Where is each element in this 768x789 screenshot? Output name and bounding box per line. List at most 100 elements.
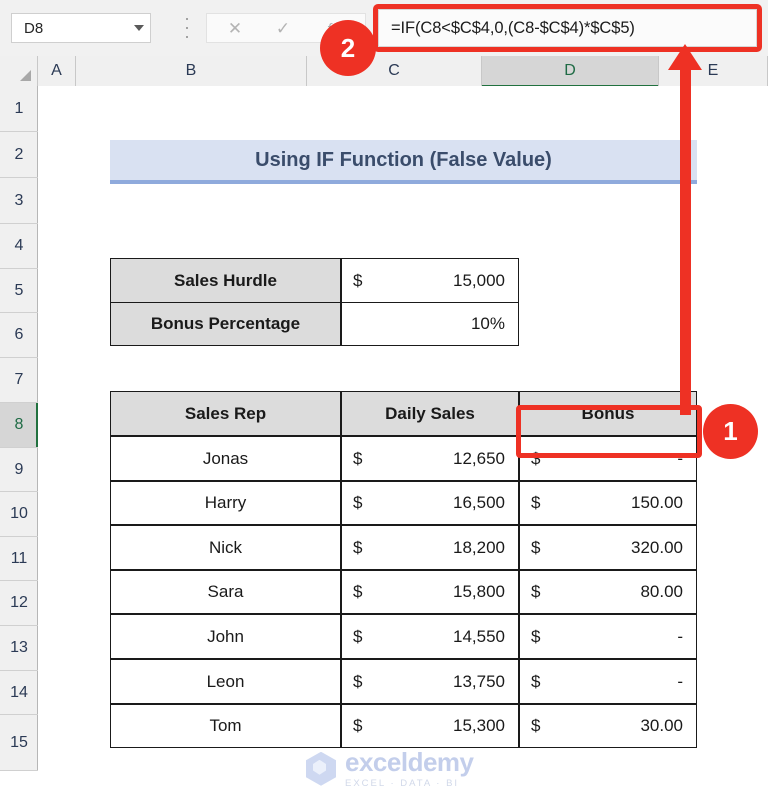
daily-sales-value: 14,550 xyxy=(453,626,505,646)
table-row[interactable]: Jonas xyxy=(110,436,341,481)
row-header-7[interactable]: 7 xyxy=(0,358,38,403)
exceldemy-watermark: exceldemy EXCEL · DATA · BI xyxy=(306,747,474,789)
column-header-daily-sales: Daily Sales xyxy=(341,391,519,436)
currency-symbol: $ xyxy=(353,493,363,512)
bonus-percentage-value: 10% xyxy=(470,314,505,333)
table-row[interactable]: $ 18,200 xyxy=(341,525,519,570)
currency-symbol: $ xyxy=(531,448,541,468)
table-row[interactable]: Nick xyxy=(110,525,341,570)
bonus-percentage-label: Bonus Percentage xyxy=(110,302,341,346)
callout-badge-2: 2 xyxy=(320,20,376,76)
more-options-icon[interactable] xyxy=(181,18,193,38)
bonus-percentage-value-cell[interactable]: 10% xyxy=(341,302,519,346)
name-box-value: D8 xyxy=(24,19,44,37)
table-row[interactable]: $ 16,500 xyxy=(341,481,519,525)
bonus-value: 30.00 xyxy=(640,716,683,735)
column-header-row: A B C D E xyxy=(0,56,768,87)
sales-hurdle-value-cell[interactable]: $ 15,000 xyxy=(341,258,519,303)
row-header-15[interactable]: 15 xyxy=(0,715,38,771)
table-row[interactable]: Sara xyxy=(110,570,341,614)
callout-arrow-head xyxy=(668,44,702,70)
callout-badge-1: 1 xyxy=(703,404,758,459)
column-header-sales-rep: Sales Rep xyxy=(110,391,341,436)
row-header-3[interactable]: 3 xyxy=(0,178,38,224)
table-row[interactable]: Tom xyxy=(110,704,341,748)
sheet-canvas: Using IF Function (False Value) Sales Hu… xyxy=(38,86,768,788)
row-header-5[interactable]: 5 xyxy=(0,269,38,313)
table-row[interactable]: Harry xyxy=(110,481,341,525)
currency-symbol: $ xyxy=(353,626,363,646)
spreadsheet-grid: A B C D E 1 2 3 4 5 6 7 8 9 10 11 12 13 … xyxy=(0,56,768,788)
currency-symbol: $ xyxy=(531,626,541,646)
row-header-14[interactable]: 14 xyxy=(0,671,38,715)
close-icon[interactable]: ✕ xyxy=(213,14,257,44)
row-header-12[interactable]: 12 xyxy=(0,581,38,626)
name-box[interactable]: D8 xyxy=(11,13,151,43)
row-header-11[interactable]: 11 xyxy=(0,537,38,581)
currency-symbol: $ xyxy=(353,270,363,290)
currency-symbol: $ xyxy=(531,582,541,601)
table-row[interactable]: John xyxy=(110,614,341,659)
row-header-4[interactable]: 4 xyxy=(0,224,38,269)
currency-symbol: $ xyxy=(353,537,363,557)
table-row[interactable]: $ 150.00 xyxy=(519,481,697,525)
select-all-corner[interactable] xyxy=(0,56,38,86)
sales-hurdle-value: 15,000 xyxy=(453,270,505,290)
row-header-1[interactable]: 1 xyxy=(0,86,38,132)
row-header-9[interactable]: 9 xyxy=(0,448,38,492)
currency-symbol: $ xyxy=(353,716,363,735)
row-header-column: 1 2 3 4 5 6 7 8 9 10 11 12 13 14 15 xyxy=(0,86,39,771)
bonus-value: - xyxy=(677,448,683,468)
currency-symbol: $ xyxy=(531,493,541,512)
row-header-8[interactable]: 8 xyxy=(0,403,39,448)
table-row[interactable]: $ 80.00 xyxy=(519,570,697,614)
table-row[interactable]: $ 12,650 xyxy=(341,436,519,481)
watermark-name: exceldemy xyxy=(345,747,474,777)
row-header-6[interactable]: 6 xyxy=(0,313,38,358)
currency-symbol: $ xyxy=(531,716,541,735)
formula-bar: D8 ✕ ✓ fx =IF(C8<$C$4,0,(C8-$C$4)*$C$5) xyxy=(0,0,768,57)
daily-sales-value: 16,500 xyxy=(453,493,505,512)
column-header-bonus: Bonus xyxy=(519,391,697,436)
bonus-value: - xyxy=(677,626,683,646)
row-header-13[interactable]: 13 xyxy=(0,626,38,671)
row-header-2[interactable]: 2 xyxy=(0,132,38,178)
table-row[interactable]: $ 14,550 xyxy=(341,614,519,659)
bonus-value: - xyxy=(677,671,683,691)
formula-input[interactable]: =IF(C8<$C$4,0,(C8-$C$4)*$C$5) xyxy=(378,9,757,47)
table-row[interactable]: $ - xyxy=(519,659,697,704)
chevron-down-icon[interactable] xyxy=(128,25,150,31)
sheet-title-banner: Using IF Function (False Value) xyxy=(110,140,697,184)
daily-sales-value: 18,200 xyxy=(453,537,505,557)
bonus-value: 320.00 xyxy=(631,537,683,557)
column-header-a[interactable]: A xyxy=(38,56,76,86)
table-row[interactable]: Leon xyxy=(110,659,341,704)
currency-symbol: $ xyxy=(531,537,541,557)
daily-sales-value: 12,650 xyxy=(453,448,505,468)
daily-sales-value: 15,300 xyxy=(453,716,505,735)
table-row[interactable]: $ 320.00 xyxy=(519,525,697,570)
sales-hurdle-label: Sales Hurdle xyxy=(110,258,341,303)
bonus-cell-d8[interactable]: $ - xyxy=(519,436,697,481)
column-header-b[interactable]: B xyxy=(76,56,307,86)
currency-symbol: $ xyxy=(353,671,363,691)
callout-arrow-shaft xyxy=(680,70,691,415)
page-title: Using IF Function (False Value) xyxy=(255,148,552,171)
table-row[interactable]: $ - xyxy=(519,614,697,659)
bonus-value: 150.00 xyxy=(631,493,683,512)
currency-symbol: $ xyxy=(353,582,363,601)
currency-symbol: $ xyxy=(531,671,541,691)
daily-sales-value: 13,750 xyxy=(453,671,505,691)
table-row[interactable]: $ 15,800 xyxy=(341,570,519,614)
daily-sales-value: 15,800 xyxy=(453,582,505,601)
column-header-d[interactable]: D xyxy=(482,56,659,87)
table-row[interactable]: $ 13,750 xyxy=(341,659,519,704)
bonus-value: 80.00 xyxy=(640,582,683,601)
exceldemy-logo-icon xyxy=(306,751,336,786)
row-header-10[interactable]: 10 xyxy=(0,492,38,537)
table-row[interactable]: $ 15,300 xyxy=(341,704,519,748)
currency-symbol: $ xyxy=(353,448,363,468)
check-icon[interactable]: ✓ xyxy=(261,14,305,44)
table-row[interactable]: $ 30.00 xyxy=(519,704,697,748)
watermark-tagline: EXCEL · DATA · BI xyxy=(345,778,460,789)
